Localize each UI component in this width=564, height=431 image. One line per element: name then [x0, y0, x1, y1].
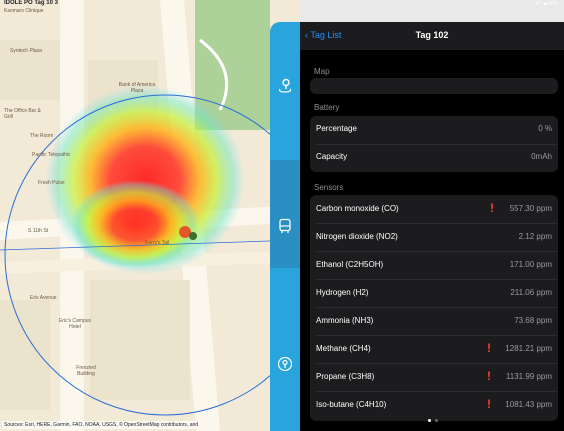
map-label: Bank of America Plaza — [118, 82, 156, 94]
tag-detail-panel: ‹ Tag List Tag 102 Map Battery Percentag… — [300, 22, 564, 431]
map-section-cell[interactable] — [310, 78, 558, 94]
row-label: Capacity — [316, 152, 348, 161]
page-indicator[interactable] — [426, 409, 440, 427]
map-label: S 11th St — [28, 228, 49, 234]
map-label: Kerry's Tail — [145, 240, 170, 246]
map-label: Kasmaro Clinique — [4, 8, 44, 14]
row-value: 557.30 ppm — [509, 204, 552, 213]
sensor-row-ch4: Methane (CH4) ! 1281.21 ppm — [310, 336, 558, 363]
row-label: Methane (CH4) — [316, 344, 371, 353]
section-header-battery: Battery — [314, 103, 340, 112]
map-pin-icon[interactable] — [277, 78, 293, 94]
row-label: Ammonia (NH3) — [316, 316, 374, 325]
warning-icon: ! — [487, 369, 491, 383]
row-value: 1131.99 ppm — [505, 372, 552, 381]
map-label: The Office Bar & Grill — [4, 108, 41, 120]
row-label: Hydrogen (H2) — [316, 288, 369, 297]
row-value: 1081.43 ppm — [505, 400, 552, 409]
map-label: Eric's Campus Hotel — [58, 318, 92, 330]
sensor-row-c3h8: Propane (C3H8) ! 1131.99 ppm — [310, 364, 558, 391]
row-value: 2.12 ppm — [518, 232, 552, 241]
row-value: 0mAh — [531, 152, 552, 161]
row-value: 171.00 ppm — [509, 260, 552, 269]
warning-icon: ! — [487, 397, 491, 411]
map-label: Syntech Plaza — [10, 48, 42, 54]
battery-percentage-row: Percentage 0 % — [310, 116, 558, 143]
row-label: Carbon monoxide (CO) — [316, 204, 399, 213]
map-attribution: Sources: Esri, HERE, Garmin, FAO, NOAA, … — [2, 421, 201, 429]
probe-icon[interactable] — [277, 356, 293, 372]
sensor-row-ethanol: Ethanol (C2H5OH) 171.00 ppm — [310, 252, 558, 279]
row-value: 73.68 ppm — [514, 316, 552, 325]
map-label: The Room — [30, 133, 54, 139]
battery-status: 67 ◀ 45% — [535, 1, 558, 7]
selected-tab-highlight — [270, 160, 300, 268]
page-title: Tag 102 — [415, 30, 449, 40]
sensor-row-no2: Nitrogen dioxide (NO2) 2.12 ppm — [310, 224, 558, 251]
app-window: IDOLE PO Tag 10 3 Kasmaro Clinique Synte… — [0, 0, 564, 431]
row-label: Nitrogen dioxide (NO2) — [316, 232, 398, 241]
status-time: IDOLE PO Tag 10 3 — [4, 0, 58, 6]
map-label: Frenzied Building — [76, 365, 96, 377]
row-value: 1281.21 ppm — [505, 344, 552, 353]
battery-group: Percentage 0 % Capacity 0mAh — [310, 116, 558, 172]
heatmap-map[interactable]: IDOLE PO Tag 10 3 Kasmaro Clinique Synte… — [0, 0, 300, 431]
sensor-row-co: Carbon monoxide (CO) ! 557.30 ppm — [310, 196, 558, 223]
warning-icon: ! — [490, 201, 494, 215]
row-value: 211.06 ppm — [510, 288, 552, 297]
map-label: Fresh Pulse — [38, 180, 65, 186]
tab-sidebar — [270, 22, 300, 431]
battery-capacity-row: Capacity 0mAh — [310, 144, 558, 171]
bus-icon[interactable] — [277, 218, 293, 234]
row-value: 0 % — [538, 124, 552, 133]
section-header-map: Map — [314, 67, 330, 76]
row-label: Propane (C3H8) — [316, 372, 375, 381]
page-dot — [435, 419, 438, 422]
row-label: Ethanol (C2H5OH) — [316, 260, 384, 269]
sensors-group: Carbon monoxide (CO) ! 557.30 ppm Nitrog… — [310, 195, 558, 421]
navigation-bar: ‹ Tag List Tag 102 — [300, 22, 564, 50]
section-header-sensors: Sensors — [314, 183, 344, 192]
warning-icon: ! — [487, 341, 491, 355]
sensor-row-h2: Hydrogen (H2) 211.06 ppm — [310, 280, 558, 307]
map-label: Pacific Telepathic — [32, 152, 71, 158]
page-dot-active — [428, 419, 431, 422]
row-label: Percentage — [316, 124, 357, 133]
row-label: Iso-butane (C4H10) — [316, 400, 387, 409]
sensor-row-nh3: Ammonia (NH3) 73.68 ppm — [310, 308, 558, 335]
map-label: Eris Avenue — [30, 295, 57, 301]
map-canvas — [0, 0, 300, 431]
